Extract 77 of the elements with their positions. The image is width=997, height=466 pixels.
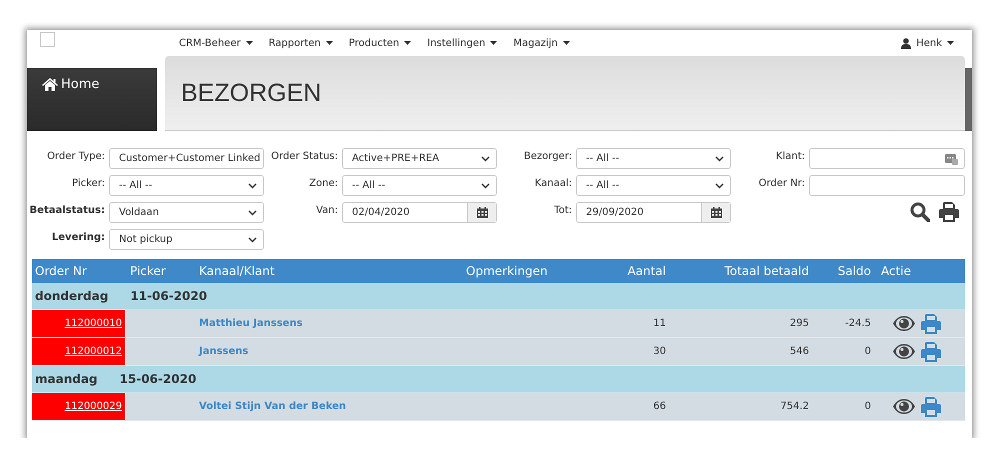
caret-icon [326,41,333,45]
date-label: 11-06-2020 [130,289,208,303]
eye-icon[interactable] [893,399,915,414]
date-field[interactable]: 29/09/2020 [576,202,731,223]
print-icon[interactable] [939,202,959,222]
filter-label: Picker: [71,177,105,191]
chevron-icon [248,236,257,242]
house-icon [42,78,58,90]
caret-icon [490,41,498,45]
filter-label: Klant: [774,150,805,164]
column-header: Opmerkingen [465,264,549,278]
column-header: Saldo [836,264,872,278]
filter-label: Order Nr: [758,177,805,191]
filter-label: Zone: [308,177,338,191]
chevron-icon [481,156,490,162]
chevron-icon [715,182,724,188]
table-cell-text: 546 [788,346,810,357]
chevron-icon [248,182,257,188]
filter-label: Levering: [50,231,105,245]
table-cell-text: 30 [652,346,667,357]
column-header: Kanaal/Klant [198,264,276,278]
menu-item[interactable]: CRM-Beheer [179,38,253,48]
select-field[interactable]: Active+PRE+REA [342,148,497,169]
column-header: Picker [129,264,167,278]
table-cell-text: -24.5 [844,318,872,329]
user-icon [901,38,912,48]
filter-label: Kanaal: [534,177,572,191]
input-field[interactable] [809,175,965,196]
select-field[interactable]: -- All -- [342,175,497,196]
table-cell-text: 0 [864,401,872,412]
filter-label: Order Type: [46,150,105,164]
column-header: Actie [880,264,912,278]
filter-label: Bezorger: [522,150,572,164]
chevron-icon [481,182,490,188]
table-cell-text: 295 [788,318,810,329]
select-field[interactable]: Voldaan [109,202,264,223]
date-field[interactable]: 02/04/2020 [342,202,497,223]
chevron-icon [715,156,724,162]
column-header: Aantal [626,264,667,278]
table-cell-text: 754.2 [779,401,810,412]
caret-icon [947,41,954,45]
calendar-icon [476,207,488,218]
chevron-icon [248,210,257,216]
menu-item[interactable]: Magazijn [513,38,570,48]
eye-icon[interactable] [893,344,915,359]
eye-icon[interactable] [893,316,915,331]
filter-label: Tot: [553,204,572,218]
menu-item[interactable]: Instellingen [427,38,498,48]
table-cell-text: 66 [652,401,667,412]
menu-item[interactable]: Rapporten [268,38,333,48]
menu-item[interactable]: Producten [348,38,412,48]
select-field[interactable]: Customer+Customer Linked [109,148,264,169]
contact-card-icon[interactable] [945,152,958,164]
page-title: BEZORGEN [181,78,322,108]
select-field[interactable]: -- All -- [576,148,731,169]
table-cell-text: 0 [864,346,872,357]
caret-icon [404,41,412,45]
caret-icon [562,41,570,45]
input-field[interactable] [809,148,965,169]
calendar-icon [710,207,722,218]
day-label: donderdag [35,289,108,303]
user-menu[interactable]: Henk [901,38,954,48]
filter-label: Betaalstatus: [28,204,105,218]
caret-icon [246,41,253,45]
table-cell-text: 11 [652,318,667,329]
date-label: 15-06-2020 [120,372,196,386]
panel-edge [965,68,972,131]
select-field[interactable]: Not pickup [109,229,264,250]
column-header: Totaal betaald [723,264,810,278]
select-field[interactable]: -- All -- [576,175,731,196]
filter-label: Van: [315,204,338,218]
search-icon[interactable] [910,202,930,222]
select-field[interactable]: -- All -- [109,175,264,196]
column-header: Order Nr [34,264,88,278]
filter-label: Order Status: [270,150,338,164]
logo-placeholder-icon [40,32,55,47]
day-label: maandag [35,372,98,386]
